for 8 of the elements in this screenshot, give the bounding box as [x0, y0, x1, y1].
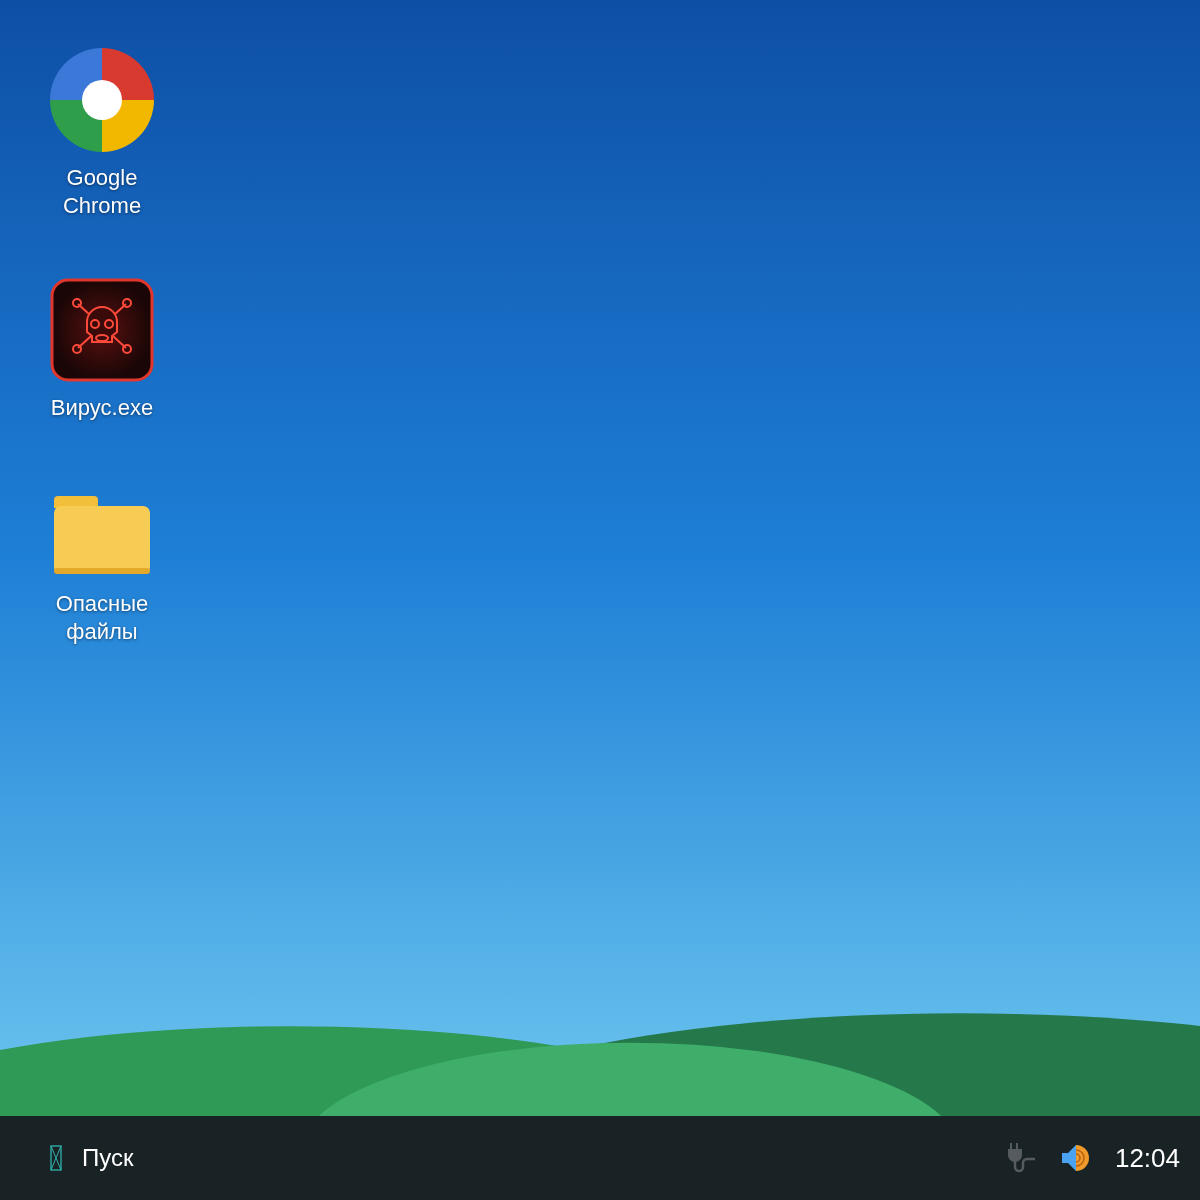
start-button[interactable]: Пуск: [46, 1140, 138, 1176]
clock[interactable]: 12:04: [1114, 1142, 1180, 1174]
desktop-icon-label[interactable]: Google Chrome: [37, 164, 167, 220]
skull-crossbones-icon[interactable]: [50, 278, 154, 382]
missing-glyph-icon: [50, 1145, 62, 1171]
browser-icon[interactable]: [50, 48, 154, 152]
desktop-icon-label[interactable]: Опасные файлы: [37, 590, 167, 646]
desktop-icon-label[interactable]: Вирус.exe: [37, 394, 167, 422]
